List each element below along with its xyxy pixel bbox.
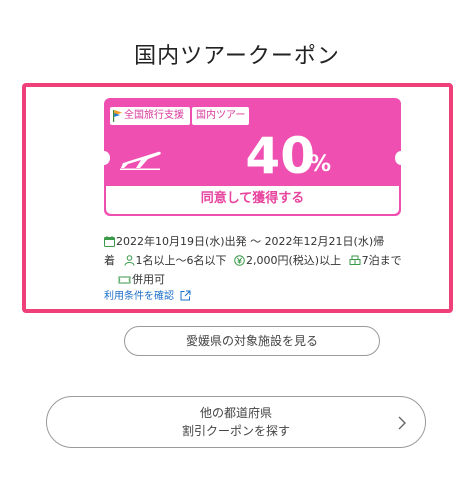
yen-icon — [234, 255, 245, 266]
ticket-notch-right — [395, 151, 407, 165]
people-condition: 1名以上〜6名以下 — [135, 254, 227, 267]
nights-condition: 7泊まで — [361, 254, 402, 267]
coupon-ticket: 全国旅行支援 国内ツアー 40 % 同意して獲得する — [104, 98, 401, 216]
flag-icon — [113, 110, 122, 122]
period-line: 2022年10月19日(水)出発 〜 2022年12月21日(水)帰 — [104, 232, 404, 251]
national-tag-label: 全国旅行支援 — [124, 110, 184, 121]
coupon-page: 国内ツアークーポン 全国旅行支援 国内ツアー 40 % 同意して獲得する 202… — [0, 0, 474, 477]
period-text-end: 着 — [104, 254, 115, 267]
price-condition: 2,000円(税込)以上 — [246, 254, 342, 267]
ticket-notch-left — [98, 151, 110, 165]
view-target-facilities-button[interactable]: 愛媛県の対象施設を見る — [124, 326, 380, 356]
coupon-details: 2022年10月19日(水)出発 〜 2022年12月21日(水)帰 着 1名以… — [104, 232, 404, 289]
period-text: 2022年10月19日(水)出発 〜 2022年12月21日(水)帰 — [116, 235, 385, 248]
domestic-tour-tag: 国内ツアー — [192, 107, 250, 125]
discount-value: 40 — [245, 127, 315, 185]
other-prefecture-label-line1: 他の都道府県 — [199, 406, 272, 420]
terms-link[interactable]: 利用条件を確認 — [104, 287, 191, 302]
other-prefecture-label-line2: 割引クーポンを探す — [181, 424, 290, 438]
chevron-right-icon — [398, 416, 406, 430]
discount-display: 40 % — [104, 126, 401, 186]
person-icon — [124, 255, 134, 266]
search-other-prefecture-coupons-button[interactable]: 他の都道府県 割引クーポンを探す — [46, 396, 426, 448]
conditions-line: 着 1名以上〜6名以下 2,000円(税込)以上 7泊まで — [104, 251, 404, 270]
agree-and-acquire-button[interactable]: 同意して獲得する — [106, 186, 399, 214]
terms-link-label: 利用条件を確認 — [104, 291, 174, 302]
combination-condition: 併用可 — [132, 273, 165, 286]
ticket-icon — [118, 276, 131, 284]
national-travel-support-tag: 全国旅行支援 — [110, 107, 190, 125]
calendar-icon — [104, 236, 115, 247]
bed-icon — [349, 255, 361, 265]
external-link-icon — [180, 290, 191, 301]
discount-unit: % — [308, 152, 331, 177]
page-title: 国内ツアークーポン — [134, 44, 340, 69]
